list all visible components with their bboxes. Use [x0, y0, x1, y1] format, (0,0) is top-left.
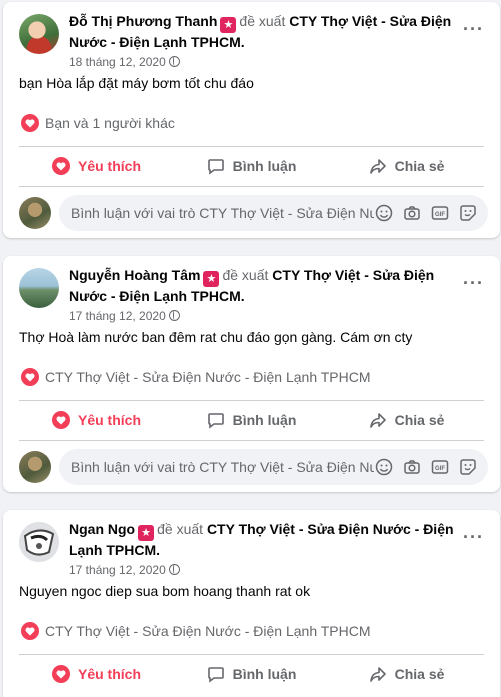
sticker-icon[interactable] [458, 457, 478, 477]
comment-icon [207, 667, 224, 683]
recommend-star-icon: ★ [203, 271, 220, 287]
reaction-summary[interactable]: Bạn và 1 người khác [21, 114, 484, 132]
recommend-verb: đề xuất [239, 13, 286, 29]
more-icon[interactable]: ··· [463, 20, 484, 38]
recommend-star-icon: ★ [138, 525, 155, 541]
avatar[interactable] [19, 522, 59, 562]
more-icon[interactable]: ··· [463, 528, 484, 546]
share-label: Chia sẻ [394, 412, 445, 428]
heart-icon [51, 411, 70, 429]
comment-icon [207, 159, 224, 175]
heart-icon [51, 665, 70, 683]
comment-composer: Bình luận với vai trò CTY Thợ Việt - Sửa… [19, 449, 488, 485]
like-label: Yêu thích [77, 666, 141, 682]
comment-label: Bình luận [232, 666, 297, 682]
comment-button[interactable]: Bình luận [174, 148, 329, 184]
reaction-text: CTY Thợ Việt - Sửa Điện Nước - Điện Lạnh… [45, 369, 371, 385]
like-button[interactable]: Yêu thích [19, 656, 174, 692]
post-date[interactable]: 17 tháng 12, 2020 [69, 309, 166, 323]
divider [19, 186, 484, 187]
divider [19, 654, 484, 655]
share-icon [369, 159, 386, 174]
reaction-summary[interactable]: CTY Thợ Việt - Sửa Điện Nước - Điện Lạnh… [21, 368, 484, 386]
like-label: Yêu thích [77, 412, 141, 428]
avatar[interactable] [19, 451, 51, 483]
reaction-summary[interactable]: CTY Thợ Việt - Sửa Điện Nước - Điện Lạnh… [21, 622, 484, 640]
comment-input[interactable]: Bình luận với vai trò CTY Thợ Việt - Sửa… [59, 449, 488, 485]
emoji-icon[interactable] [374, 203, 394, 223]
reaction-text: CTY Thợ Việt - Sửa Điện Nước - Điện Lạnh… [45, 623, 371, 639]
share-icon [369, 413, 386, 428]
comment-placeholder: Bình luận với vai trò CTY Thợ Việt - Sửa… [71, 459, 374, 475]
divider [19, 400, 484, 401]
more-icon[interactable]: ··· [463, 274, 484, 292]
avatar[interactable] [19, 14, 59, 54]
comment-button[interactable]: Bình luận [174, 402, 329, 438]
heart-icon [21, 114, 39, 132]
recommend-star-icon: ★ [220, 17, 237, 33]
comment-label: Bình luận [232, 158, 297, 174]
reaction-text: Bạn và 1 người khác [45, 115, 175, 131]
recommend-verb: đề xuất [222, 267, 269, 283]
share-label: Chia sẻ [394, 158, 445, 174]
heart-icon [21, 622, 39, 640]
recommend-verb: đề xuất [157, 521, 204, 537]
gif-icon[interactable]: GIF [430, 457, 450, 477]
author-name[interactable]: Ngan Ngo [69, 521, 135, 537]
post-text: Nguyen ngoc diep sua bom hoang thanh rat… [19, 583, 311, 599]
comment-icon [207, 413, 224, 429]
comment-label: Bình luận [232, 412, 297, 428]
divider [19, 146, 484, 147]
globe-icon [168, 564, 180, 575]
share-button[interactable]: Chia sẻ [329, 148, 484, 184]
divider [19, 440, 484, 441]
action-bar: Yêu thích Bình luận Chia sẻ [19, 656, 484, 692]
like-button[interactable]: Yêu thích [19, 148, 174, 184]
comment-composer: Bình luận với vai trò CTY Thợ Việt - Sửa… [19, 195, 488, 231]
emoji-icon[interactable] [374, 457, 394, 477]
svg-text:GIF: GIF [435, 212, 445, 218]
like-button[interactable]: Yêu thích [19, 402, 174, 438]
avatar[interactable] [19, 268, 59, 308]
action-bar: Yêu thích Bình luận Chia sẻ [19, 148, 484, 184]
comment-button[interactable]: Bình luận [174, 656, 329, 692]
author-name[interactable]: Đỗ Thị Phương Thanh [69, 13, 217, 29]
share-icon [369, 667, 386, 682]
comment-input[interactable]: Bình luận với vai trò CTY Thợ Việt - Sửa… [59, 195, 488, 231]
like-label: Yêu thích [77, 158, 141, 174]
share-label: Chia sẻ [394, 666, 445, 682]
camera-icon[interactable] [402, 203, 422, 223]
svg-text:GIF: GIF [435, 466, 445, 472]
globe-icon [168, 310, 180, 321]
gif-icon[interactable]: GIF [430, 203, 450, 223]
share-button[interactable]: Chia sẻ [329, 402, 484, 438]
post-date[interactable]: 18 tháng 12, 2020 [69, 55, 166, 69]
post-date[interactable]: 17 tháng 12, 2020 [69, 563, 166, 577]
post-text: bạn Hòa lắp đặt máy bơm tốt chu đáo [19, 75, 254, 91]
comment-placeholder: Bình luận với vai trò CTY Thợ Việt - Sửa… [71, 205, 374, 221]
avatar[interactable] [19, 197, 51, 229]
sticker-icon[interactable] [458, 203, 478, 223]
action-bar: Yêu thích Bình luận Chia sẻ [19, 402, 484, 438]
post-card: Ngan Ngo ★ đề xuất CTY Thợ Việt - Sửa Điện… [3, 510, 500, 697]
share-button[interactable]: Chia sẻ [329, 656, 484, 692]
post-text: Thợ Hoà làm nước ban đêm rat chu đáo gọn… [19, 329, 413, 345]
globe-icon [168, 56, 180, 67]
camera-icon[interactable] [402, 457, 422, 477]
heart-icon [21, 368, 39, 386]
post-card: Đỗ Thị Phương Thanh ★ đề xuất CTY Thợ Việt… [3, 2, 500, 238]
post-card: Nguyễn Hoàng Tâm ★ đề xuất CTY Thợ Việt - … [3, 256, 500, 492]
author-name[interactable]: Nguyễn Hoàng Tâm [69, 267, 200, 283]
heart-icon [51, 157, 70, 175]
